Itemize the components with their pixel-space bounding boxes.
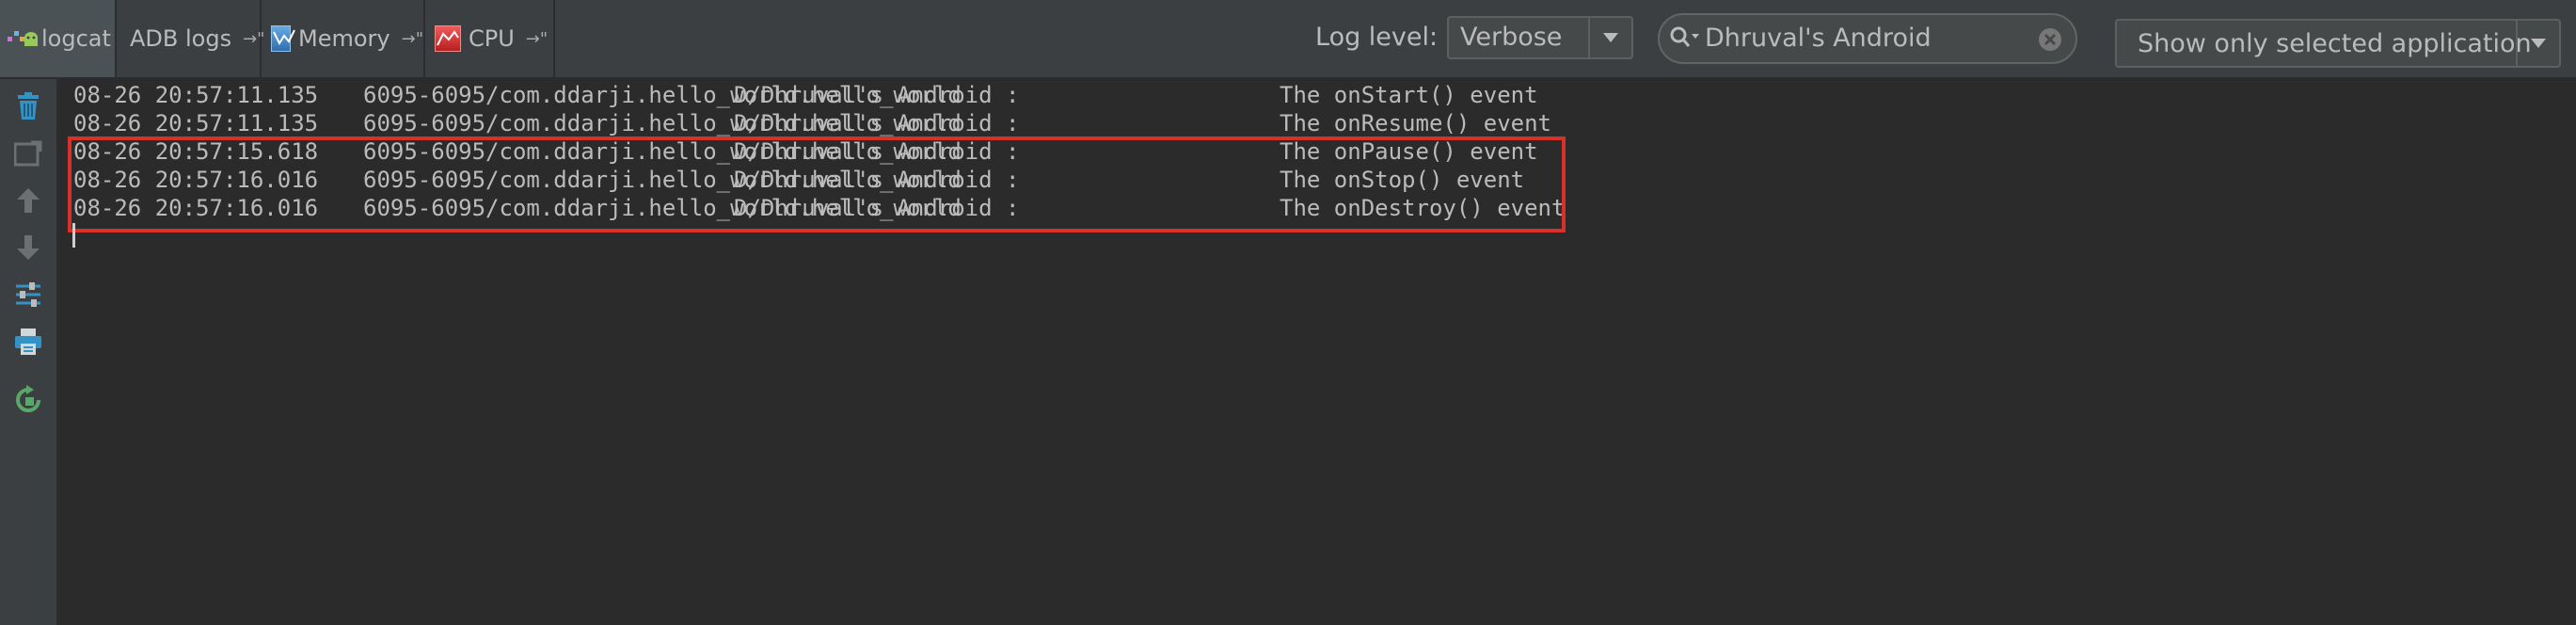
app-filter-value: Show only selected application [2138, 29, 2532, 58]
tab-label: Memory [298, 25, 390, 52]
log-level-label: Log level: [1315, 23, 1439, 52]
log-message: The onResume() event [1280, 110, 1551, 136]
print-icon[interactable] [12, 326, 44, 358]
dropdown-arrow-icon[interactable] [1588, 18, 1631, 57]
log-line: 08-26 20:57:11.135 6095-6095/com.ddarji.… [73, 82, 1538, 110]
log-timestamp: 08-26 20:57:11.135 [73, 110, 319, 136]
trash-icon[interactable] [12, 90, 44, 122]
tab-adb-logs[interactable]: ADB logs →" [117, 0, 264, 77]
search-field[interactable] [1658, 13, 2077, 64]
app-filter-select[interactable]: Show only selected application [2115, 19, 2561, 68]
restart-green-icon[interactable] [12, 384, 44, 416]
android-logcat-icon [8, 26, 38, 51]
tab-label: ADB logs [130, 25, 232, 52]
log-level-select[interactable]: Verbose [1447, 16, 1633, 59]
down-arrow-icon[interactable] [12, 232, 44, 264]
logcat-window: logcat ADB logs →" Memory →" CPU →" Log … [0, 0, 2576, 625]
dropdown-arrow-icon[interactable] [2516, 21, 2559, 66]
highlight-annotation-box [68, 136, 1566, 232]
log-tag: D/Dhruval's Android : [734, 82, 1020, 108]
tab-bar: logcat ADB logs →" Memory →" CPU →" [0, 0, 555, 77]
log-level-value: Verbose [1460, 23, 1563, 52]
memory-icon [271, 25, 295, 52]
toolbar: logcat ADB logs →" Memory →" CPU →" Log … [0, 0, 2576, 79]
tab-label: logcat [41, 25, 111, 52]
search-input[interactable] [1705, 24, 2006, 53]
log-message: The onStart() event [1280, 82, 1538, 108]
log-line: 08-26 20:57:11.135 6095-6095/com.ddarji.… [73, 110, 1551, 138]
log-timestamp: 08-26 20:57:11.135 [73, 82, 319, 108]
tab-logcat[interactable]: logcat [0, 0, 117, 77]
filter-settings-icon[interactable] [12, 279, 44, 311]
clear-icon[interactable] [2038, 27, 2062, 56]
pin-icon[interactable]: →" [402, 29, 423, 49]
up-arrow-icon[interactable] [12, 184, 44, 216]
text-caret [72, 223, 75, 248]
restart-icon[interactable] [12, 137, 44, 169]
cpu-icon [435, 25, 461, 52]
search-icon[interactable] [1669, 25, 1701, 54]
tab-memory[interactable]: Memory →" [262, 0, 425, 77]
tab-label: CPU [469, 25, 515, 52]
pin-icon[interactable]: →" [526, 29, 548, 49]
log-tag: D/Dhruval's Android : [734, 110, 1020, 136]
logcat-actions-sidebar [0, 79, 58, 625]
tab-cpu[interactable]: CPU →" [425, 0, 555, 77]
